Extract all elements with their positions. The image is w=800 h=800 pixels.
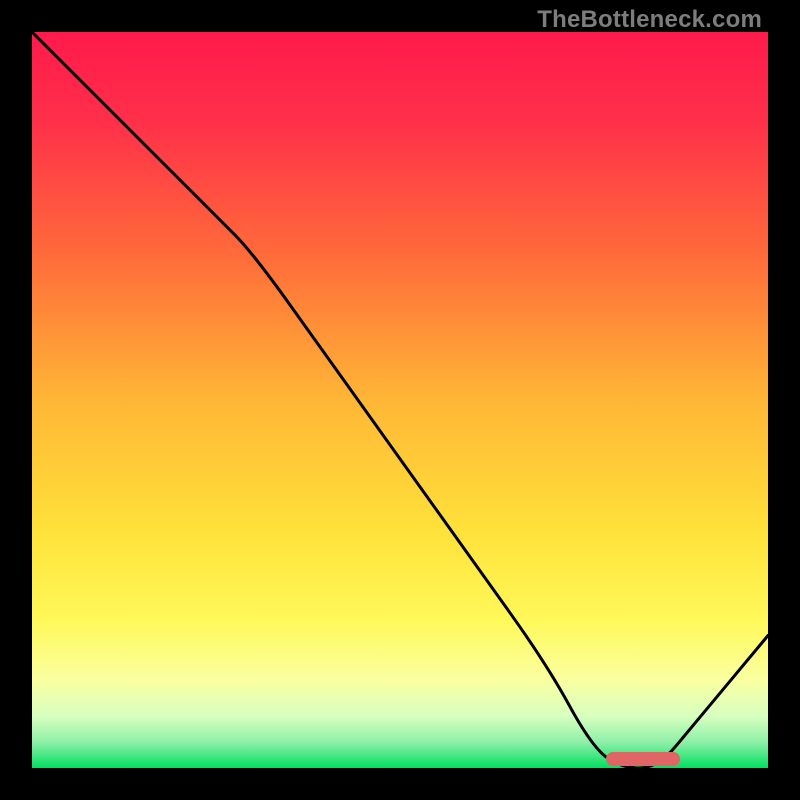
plot-area [32,32,768,768]
bottleneck-curve [32,32,768,768]
optimal-range-marker [606,752,680,766]
watermark-text: TheBottleneck.com [537,6,762,34]
chart-frame: TheBottleneck.com [0,0,800,800]
